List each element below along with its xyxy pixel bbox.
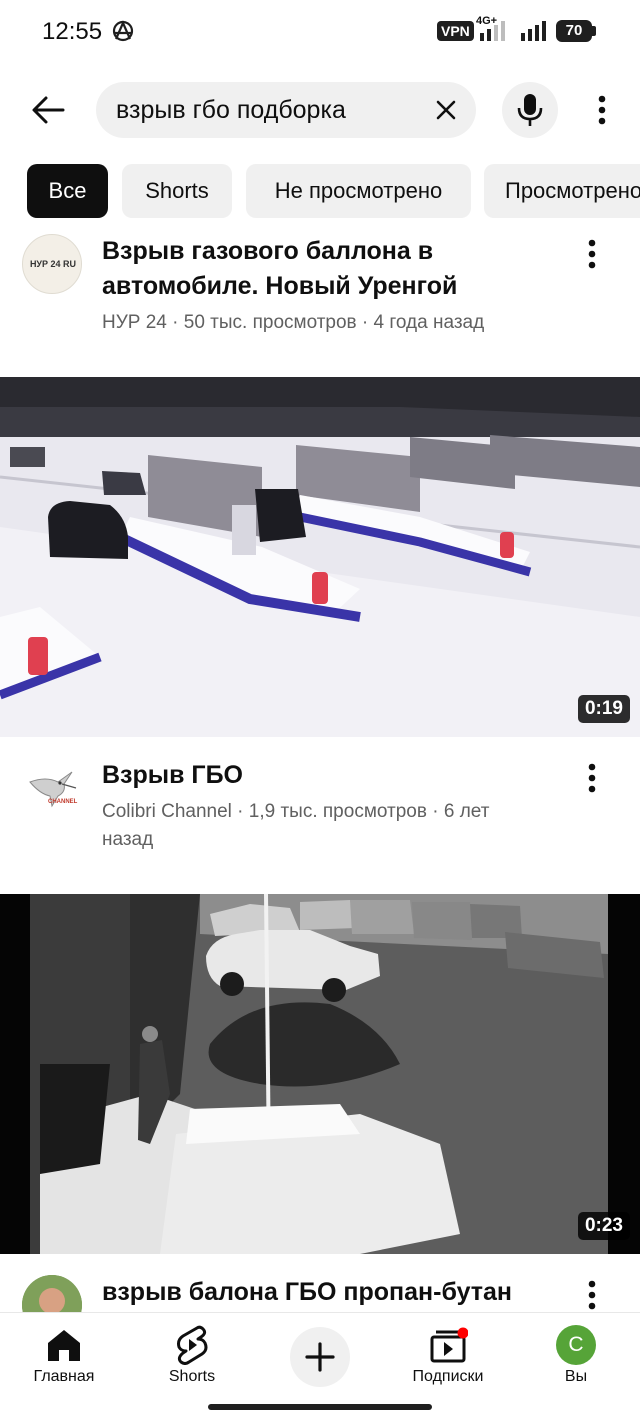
- arrow-left-icon: [32, 96, 65, 124]
- search-query: взрыв гбо подборка: [116, 96, 346, 124]
- signal-icon-2: [521, 21, 546, 41]
- thumbnail-image: [0, 377, 640, 737]
- video-title[interactable]: Взрыв газового баллона в автомобиле. Нов…: [102, 234, 542, 304]
- nav-subscriptions-label: Подписки: [412, 1368, 484, 1385]
- more-vertical-icon: [598, 95, 606, 125]
- close-icon: [436, 100, 456, 120]
- video-menu-button[interactable]: [576, 758, 608, 798]
- battery-level: 70: [565, 22, 583, 39]
- chip-not-watched[interactable]: Не просмотрено: [246, 164, 471, 218]
- create-button[interactable]: [290, 1327, 350, 1387]
- filter-chips: Все Shorts Не просмотрено Просмотрено: [0, 164, 640, 218]
- thumbnail-image: [0, 894, 640, 1254]
- more-vertical-icon: [588, 763, 596, 793]
- video-meta: Colibri Channel · 1,9 тыс. просмотров · …: [102, 801, 490, 850]
- nav-shorts-label: Shorts: [168, 1368, 216, 1385]
- nav-you-label: Вы: [564, 1368, 588, 1385]
- video-menu-button[interactable]: [576, 1275, 608, 1315]
- video-duration: 0:23: [577, 1212, 630, 1240]
- nav-subscriptions[interactable]: Подписки: [393, 1313, 503, 1403]
- more-vertical-icon: [588, 1280, 596, 1310]
- nav-you[interactable]: C Вы: [521, 1313, 631, 1403]
- nav-shorts[interactable]: Shorts: [137, 1313, 247, 1403]
- subscriptions-icon: [430, 1327, 468, 1363]
- more-vertical-icon: [588, 239, 596, 269]
- you-avatar: C: [556, 1325, 596, 1365]
- anarchy-icon: [112, 20, 134, 42]
- video-meta: НУР 24 · 50 тыс. просмотров · 4 года наз…: [102, 312, 485, 333]
- chip-watched[interactable]: Просмотрено: [484, 164, 640, 218]
- channel-logo-text: CHANNEL: [48, 799, 78, 805]
- voice-search-button[interactable]: [502, 82, 558, 138]
- video-duration: 0:19: [577, 695, 630, 723]
- video-title[interactable]: взрыв балона ГБО пропан-бутан: [102, 1275, 542, 1310]
- back-button[interactable]: [24, 86, 72, 134]
- notification-dot-icon: [457, 1327, 468, 1339]
- channel-avatar[interactable]: CHANNEL: [22, 758, 82, 818]
- shorts-icon: [177, 1325, 208, 1365]
- channel-avatar[interactable]: НУР 24 RU: [22, 234, 82, 294]
- more-options-button[interactable]: [582, 86, 622, 134]
- hummingbird-logo-icon: [29, 771, 77, 808]
- channel-logo-text: НУР 24 RU: [29, 259, 77, 269]
- chip-all[interactable]: Все: [27, 164, 108, 218]
- chip-shorts[interactable]: Shorts: [122, 164, 232, 218]
- status-time: 12:55: [42, 18, 103, 45]
- search-input[interactable]: взрыв гбо подборка: [96, 82, 476, 138]
- video-menu-button[interactable]: [576, 234, 608, 274]
- video-thumbnail[interactable]: 0:23: [0, 894, 640, 1254]
- battery-tip: [592, 26, 596, 36]
- nav-home-label: Главная: [33, 1368, 95, 1385]
- plus-icon: [305, 1342, 335, 1372]
- vpn-badge: VPN: [437, 21, 474, 41]
- microphone-icon: [517, 94, 543, 126]
- status-bar: 12:55 VPN 4G+ 70: [0, 0, 640, 64]
- video-title[interactable]: Взрыв ГБО: [102, 758, 542, 793]
- video-thumbnail[interactable]: 0:19: [0, 377, 640, 737]
- nav-home[interactable]: Главная: [9, 1313, 119, 1403]
- home-indicator[interactable]: [208, 1404, 432, 1410]
- battery-icon: 70: [556, 20, 592, 42]
- clear-search-button[interactable]: [430, 94, 462, 126]
- home-icon: [48, 1330, 80, 1361]
- signal-icon: [480, 21, 505, 41]
